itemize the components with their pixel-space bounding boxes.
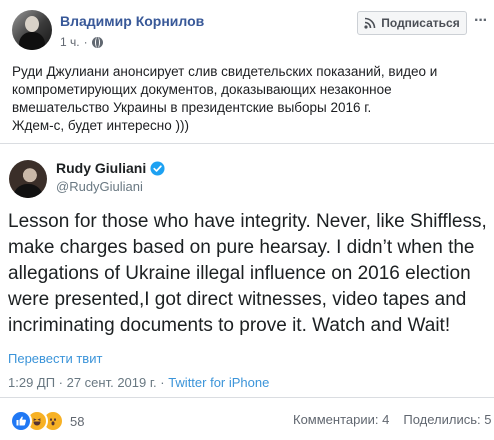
like-reaction-icon [10, 410, 32, 432]
reactions[interactable]: 58 [10, 410, 84, 432]
post-footer: 58 Комментарии: 4 Поделились: 5 [0, 398, 494, 440]
globe-icon[interactable] [91, 36, 103, 48]
subscribe-button[interactable]: Подписаться [357, 11, 467, 35]
tweet-handle[interactable]: @RudyGiuliani [56, 179, 143, 194]
subscribe-label: Подписаться [381, 16, 460, 30]
rss-icon [364, 17, 376, 29]
tweet-text-line: were presented,I got direct witnesses, v… [8, 289, 467, 310]
author-avatar[interactable] [12, 10, 52, 50]
shares-count[interactable]: Поделились: 5 [403, 412, 491, 427]
post-time[interactable]: 1 ч. [60, 35, 80, 49]
more-icon[interactable]: ··· [474, 12, 488, 30]
embedded-tweet[interactable]: Rudy Giuliani @RudyGiuliani Lesson for t… [0, 143, 494, 398]
tweet-text-line: make charges based on pure hearsay. I di… [8, 237, 475, 258]
tweet-meta: 1:29 ДП · 27 сент. 2019 г. · Twitter for… [8, 375, 269, 390]
post-text-line: вмешательство Украины в президентские вы… [12, 100, 372, 115]
author-name[interactable]: Владимир Корнилов [60, 13, 204, 29]
tweet-text: Lesson for those who have integrity. Nev… [8, 209, 492, 339]
reaction-count: 58 [70, 413, 85, 429]
post-text: Руди Джулиани анонсирует слив свидетельс… [12, 63, 482, 135]
footer-stats: Комментарии: 4 Поделились: 5 [293, 412, 491, 427]
tweet-text-line: incriminating documents to prove it. Wat… [8, 315, 451, 336]
tweet-avatar[interactable] [9, 160, 47, 198]
post-text-line: Руди Джулиани анонсирует слив свидетельс… [12, 64, 438, 79]
verified-icon [150, 160, 165, 176]
post-header: Владимир Корнилов 1 ч. · Подписаться ··· [0, 0, 494, 56]
tweet-author-row: Rudy Giuliani [56, 160, 165, 176]
post-text-line: Ждем-с, будет интересно ))) [12, 118, 189, 133]
tweet-timestamp[interactable]: 1:29 ДП · 27 сент. 2019 г. · [8, 375, 168, 390]
post-text-line: компрометирующих документов, доказывающи… [12, 82, 392, 97]
tweet-text-line: allegations of Ukraine illegal influence… [8, 263, 471, 284]
tweet-text-line: Lesson for those who have integrity. Nev… [8, 211, 487, 232]
comments-count[interactable]: Комментарии: 4 [293, 412, 389, 427]
post-meta: 1 ч. · [60, 35, 103, 49]
tweet-author-name[interactable]: Rudy Giuliani [56, 160, 146, 176]
translate-tweet-link[interactable]: Перевести твит [8, 351, 102, 366]
tweet-platform[interactable]: Twitter for iPhone [168, 375, 269, 390]
